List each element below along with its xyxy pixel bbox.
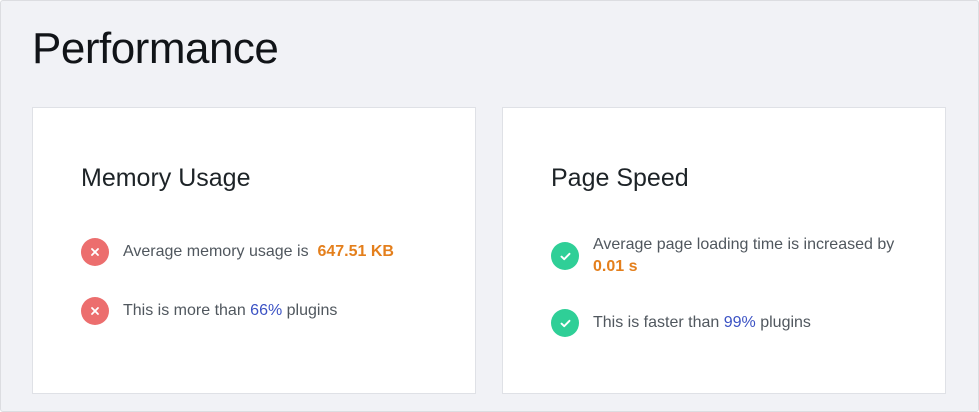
speed-loading-label: Average page loading time is increased b… bbox=[593, 236, 895, 253]
page-speed-card: Page Speed Average page loading time is … bbox=[502, 107, 946, 394]
speed-comparison-text: This is faster than 99% plugins bbox=[593, 312, 811, 334]
performance-panel: Performance Memory Usage Average memory … bbox=[0, 0, 979, 412]
page-speed-title: Page Speed bbox=[551, 164, 689, 192]
speed-loading-row: Average page loading time is increased b… bbox=[551, 234, 915, 278]
x-icon bbox=[81, 238, 109, 266]
memory-usage-title: Memory Usage bbox=[81, 164, 251, 192]
checkmark-icon bbox=[551, 309, 579, 337]
speed-comparison-suffix: plugins bbox=[760, 314, 811, 331]
x-icon bbox=[81, 297, 109, 325]
speed-comparison-label: This is faster than bbox=[593, 314, 720, 331]
memory-usage-card: Memory Usage Average memory usage is 647… bbox=[32, 107, 476, 394]
memory-comparison-label: This is more than bbox=[123, 302, 246, 319]
memory-comparison-value: 66% bbox=[250, 302, 283, 319]
memory-average-value: 647.51 KB bbox=[317, 243, 394, 260]
speed-comparison-value: 99% bbox=[723, 314, 756, 331]
page-title: Performance bbox=[32, 24, 279, 73]
memory-average-label: Average memory usage is bbox=[123, 243, 309, 260]
checkmark-icon bbox=[551, 242, 579, 270]
speed-loading-text: Average page loading time is increased b… bbox=[593, 234, 894, 278]
memory-comparison-suffix: plugins bbox=[286, 302, 338, 319]
speed-comparison-row: This is faster than 99% plugins bbox=[551, 309, 915, 337]
memory-comparison-row: This is more than 66% plugins bbox=[81, 297, 445, 325]
speed-loading-value: 0.01 s bbox=[593, 258, 638, 275]
memory-average-text: Average memory usage is 647.51 KB bbox=[123, 241, 394, 263]
memory-average-row: Average memory usage is 647.51 KB bbox=[81, 238, 445, 266]
memory-comparison-text: This is more than 66% plugins bbox=[123, 300, 337, 322]
